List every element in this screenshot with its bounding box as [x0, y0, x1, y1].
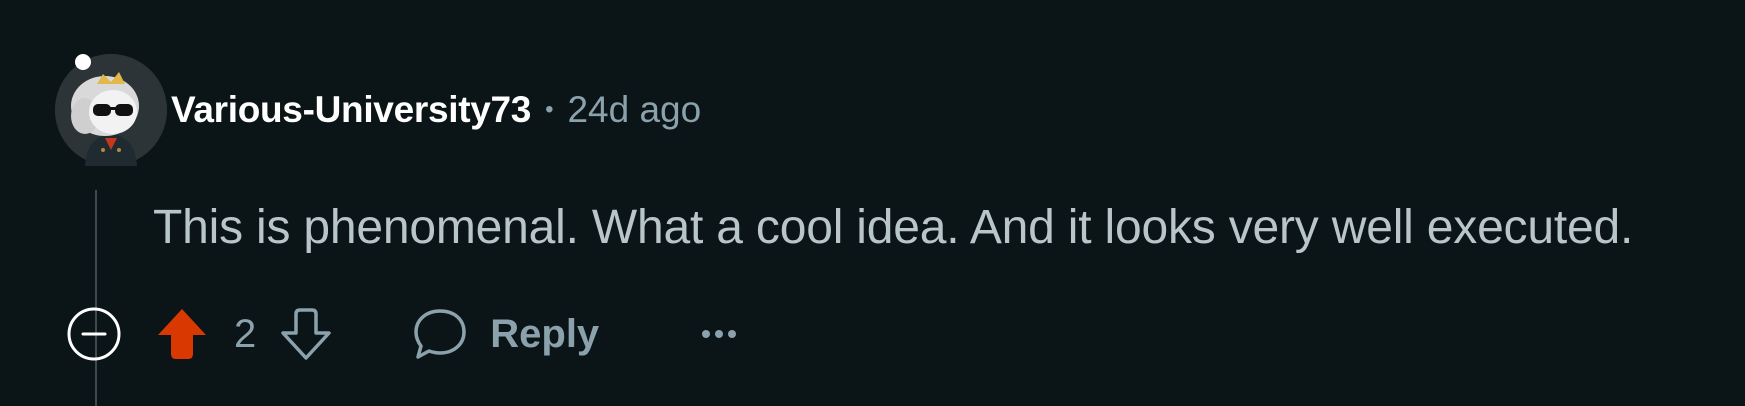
collapse-icon	[67, 307, 121, 361]
downvote-button[interactable]	[280, 306, 332, 362]
more-options-icon	[702, 330, 737, 338]
reply-label: Reply	[490, 311, 600, 356]
thread-line[interactable]	[95, 190, 97, 406]
vote-controls: 2	[156, 306, 332, 362]
comment: Various-University73 • 24d ago This is p…	[0, 0, 1745, 406]
reply-button[interactable]: Reply	[412, 306, 599, 362]
vote-score: 2	[234, 311, 257, 356]
timestamp[interactable]: 24d ago	[567, 89, 701, 131]
meta-separator: •	[545, 96, 554, 123]
comment-header: Various-University73 • 24d ago	[55, 54, 701, 166]
upvote-icon	[158, 309, 206, 359]
avatar[interactable]	[55, 54, 167, 166]
comment-body: This is phenomenal. What a cool idea. An…	[153, 201, 1634, 254]
downvote-icon	[281, 308, 331, 360]
author-name[interactable]: Various-University73	[171, 89, 531, 131]
avatar-image	[55, 54, 167, 166]
more-options-button[interactable]	[699, 326, 739, 342]
comment-actions: 2 Reply	[66, 300, 739, 368]
upvote-button[interactable]	[156, 306, 208, 362]
collapse-button[interactable]	[66, 306, 122, 362]
reply-icon	[414, 309, 466, 359]
